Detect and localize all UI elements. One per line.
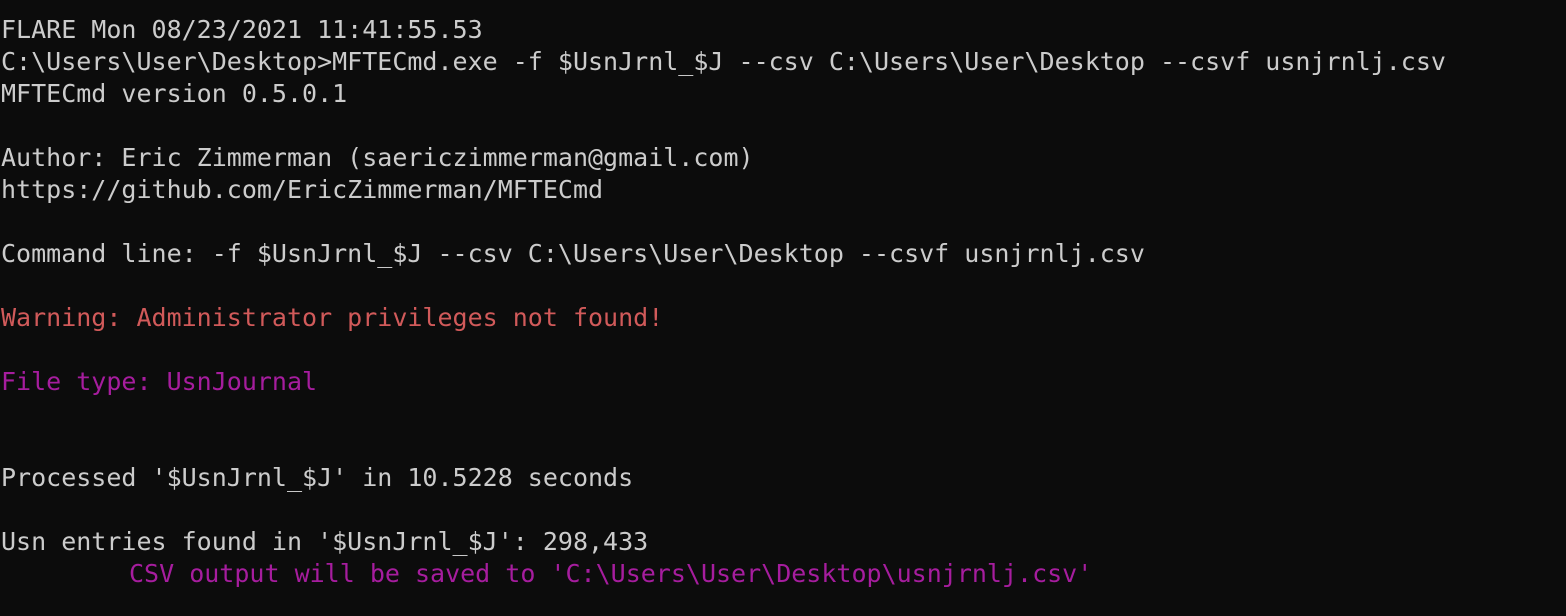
prompt-command-line: C:\Users\User\Desktop>MFTECmd.exe -f $Us… xyxy=(1,47,1446,76)
version-line: MFTECmd version 0.5.0.1 xyxy=(1,79,348,108)
command-line-echo: Command line: -f $UsnJrnl_$J --csv C:\Us… xyxy=(1,239,1145,268)
csv-output-line: CSV output will be saved to 'C:\Users\Us… xyxy=(129,559,1093,588)
entries-found-line: Usn entries found in '$UsnJrnl_$J': 298,… xyxy=(1,527,649,556)
repository-url-line: https://github.com/EricZimmerman/MFTECmd xyxy=(1,175,604,204)
file-type-line: File type: UsnJournal xyxy=(1,367,318,396)
warning-line: Warning: Administrator privileges not fo… xyxy=(1,303,664,332)
terminal-window[interactable]: FLARE Mon 08/23/2021 11:41:55.53 C:\User… xyxy=(0,0,1566,616)
author-line: Author: Eric Zimmerman (saericzimmerman@… xyxy=(1,143,754,172)
header-line: FLARE Mon 08/23/2021 11:41:55.53 xyxy=(1,15,483,44)
processed-line: Processed '$UsnJrnl_$J' in 10.5228 secon… xyxy=(1,463,634,492)
